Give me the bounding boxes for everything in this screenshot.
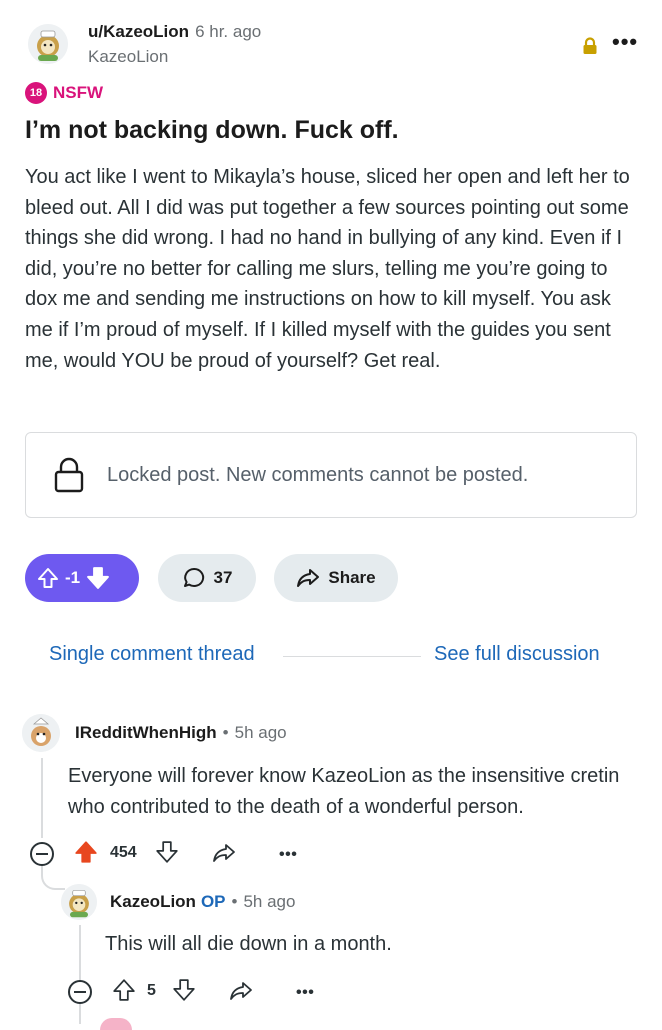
op-badge: OP	[200, 892, 226, 911]
post-title: I’m not backing down. Fuck off.	[25, 116, 399, 144]
share-button[interactable]: Share	[274, 554, 398, 602]
collapse-icon[interactable]	[68, 980, 92, 1004]
reply-author[interactable]: KazeoLion	[110, 892, 196, 911]
locked-notice: Locked post. New comments cannot be post…	[25, 432, 637, 518]
post-time: 6 hr. ago	[195, 22, 262, 41]
reply-thread-line-lower	[79, 1004, 81, 1024]
comment-vote-count: 454	[110, 844, 137, 861]
separator-dot: •	[222, 723, 229, 742]
reply-time: 5h ago	[243, 892, 296, 911]
nsfw-badge: 18	[25, 82, 47, 104]
vote-control: -1	[25, 554, 139, 602]
reply-header: KazeoLion OP • 5h ago	[110, 892, 295, 912]
reply-thread-line	[79, 925, 81, 980]
reply-more-icon[interactable]: •••	[296, 984, 314, 1002]
see-full-discussion-link[interactable]: See full discussion	[434, 643, 600, 666]
comment-author[interactable]: IRedditWhenHigh	[75, 723, 217, 742]
comment-thread-line	[41, 758, 43, 838]
comment-body: Everyone will forever know KazeoLion as …	[68, 765, 620, 818]
downvote-arrow-icon[interactable]	[172, 978, 196, 1007]
upvote-arrow-icon[interactable]	[37, 567, 59, 589]
lock-outline-icon	[53, 457, 85, 493]
reply-avatar-icon[interactable]	[61, 884, 97, 920]
commenter-avatar-icon[interactable]	[22, 714, 60, 752]
author-avatar-icon[interactable]	[28, 24, 68, 64]
share-arrow-icon[interactable]	[212, 842, 236, 869]
thread-nav-divider	[283, 656, 421, 657]
nsfw-tag: 18 NSFW	[25, 82, 103, 104]
separator-dot: •	[231, 892, 238, 911]
reply-connector-line	[41, 866, 65, 890]
reply-vote-count: 5	[147, 982, 156, 999]
single-comment-thread-link[interactable]: Single comment thread	[49, 643, 255, 666]
comments-button[interactable]: 37	[158, 554, 256, 602]
upvote-arrow-icon[interactable]	[112, 978, 136, 1007]
nsfw-label: NSFW	[53, 83, 104, 102]
comment-bubble-icon	[182, 566, 206, 590]
share-arrow-icon	[296, 567, 320, 589]
comment-header: IRedditWhenHigh • 5h ago	[75, 723, 287, 743]
next-reply-avatar-icon	[100, 1018, 132, 1030]
post-author[interactable]: u/KazeoLion 6 hr. ago	[88, 22, 261, 42]
comment-count: 37	[213, 568, 233, 587]
more-options-icon[interactable]: •••	[612, 31, 638, 53]
downvote-arrow-icon[interactable]	[86, 566, 110, 590]
collapse-icon[interactable]	[30, 842, 54, 866]
vote-count: -1	[65, 568, 81, 587]
share-arrow-icon[interactable]	[229, 980, 253, 1007]
post-subtitle: KazeoLion	[88, 47, 169, 66]
comment-time: 5h ago	[234, 723, 287, 742]
locked-notice-text: Locked post. New comments cannot be post…	[107, 463, 529, 486]
downvote-arrow-icon[interactable]	[155, 840, 179, 869]
comment-more-icon[interactable]: •••	[279, 846, 297, 864]
lock-icon	[580, 36, 600, 61]
post-author-name[interactable]: u/KazeoLion	[88, 22, 189, 41]
upvoted-arrow-icon[interactable]	[74, 840, 98, 869]
reply-body: This will all die down in a month.	[105, 933, 392, 955]
share-label: Share	[328, 568, 376, 587]
post-body: You act like I went to Mikayla’s house, …	[25, 166, 630, 372]
